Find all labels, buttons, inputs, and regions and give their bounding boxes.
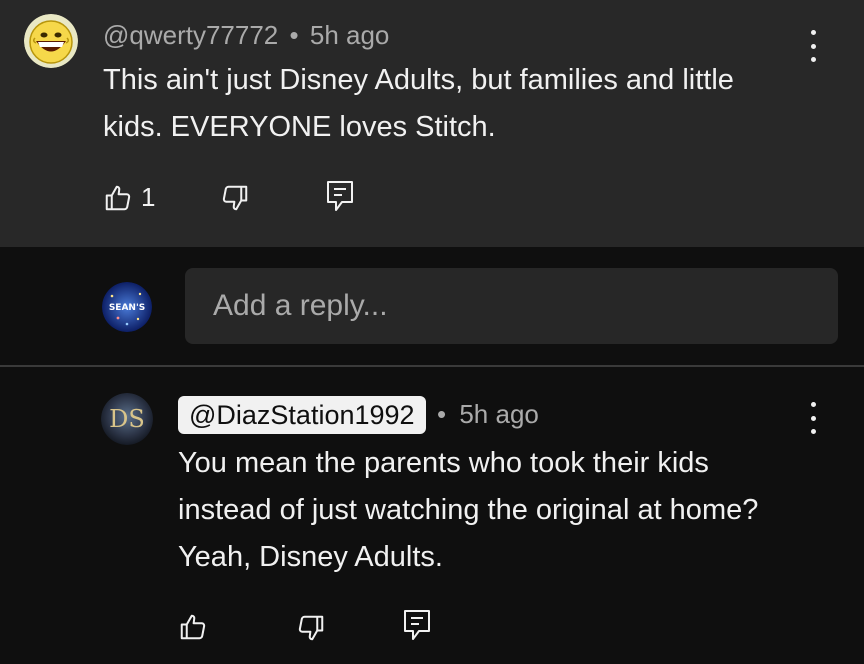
reply-meta: • 5h ago [437,399,539,430]
reply-comment-icon [327,181,353,211]
reply-time: 5h ago [459,399,539,429]
section-divider [0,365,864,367]
menu-dot-icon [810,402,816,407]
comment-author[interactable]: @qwerty77772 [103,20,278,50]
like-button[interactable]: 1 [103,182,155,213]
menu-dot-icon [810,57,816,62]
meta-separator: • [289,20,299,50]
reply-menu-button[interactable] [803,398,823,438]
avatar-label: SEAN'S [109,303,145,313]
reply-reply-button[interactable] [403,609,431,641]
comment-menu-button[interactable] [803,26,823,66]
menu-dot-icon [810,30,816,35]
reply-input-box[interactable] [185,268,838,344]
reply-text: You mean the parents who took their kids… [178,447,759,573]
comment-thread: @qwerty77772 • 5h ago This ain't just Di… [0,0,864,247]
reply-author-chip[interactable]: @DiazStation1992 [178,396,426,434]
thumbs-down-icon [298,615,324,641]
current-user-avatar: SEAN'S [102,282,152,332]
comment-text: This ain't just Disney Adults, but famil… [103,64,734,143]
reply-dislike-button[interactable] [296,613,326,643]
avatar-initials: DS [109,405,145,433]
user-avatar-image: SEAN'S [102,282,152,332]
comment-meta: @qwerty77772 • 5h ago [103,20,389,51]
menu-dot-icon [810,415,816,421]
reply-like-button[interactable] [178,612,208,642]
thumbs-up-icon [105,185,131,210]
reply-button[interactable] [326,180,354,212]
thumbs-up-icon [180,614,206,640]
menu-dot-icon [810,429,816,434]
smiley-face-icon [24,14,78,68]
comment-time: 5h ago [309,20,390,50]
meta-separator: • [437,399,447,429]
menu-dot-icon [810,43,816,49]
dislike-button[interactable] [220,183,250,213]
ds-logo-avatar: DS [101,393,153,445]
commenter-avatar[interactable] [24,14,78,68]
reply-input[interactable] [211,288,838,324]
reply-author-avatar[interactable]: DS [101,393,153,445]
thumbs-down-icon [222,185,248,211]
reply-comment-icon [404,610,430,640]
like-count: 1 [141,182,156,212]
